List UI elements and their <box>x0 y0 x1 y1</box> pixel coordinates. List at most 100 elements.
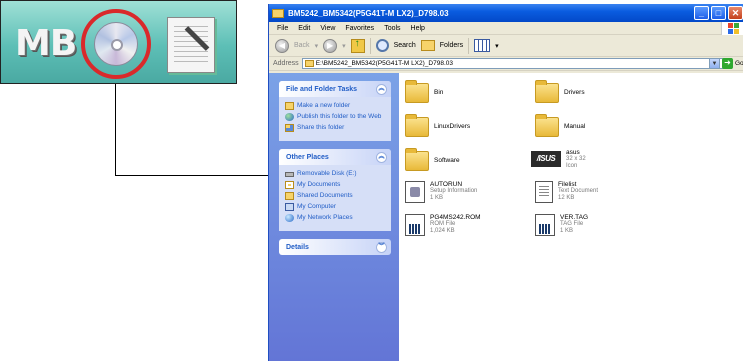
file-item-vertag[interactable]: VER.TAG TAG File 1 KB <box>535 214 588 236</box>
task-label: Share this folder <box>297 124 345 131</box>
document-edit-button[interactable] <box>167 17 215 73</box>
chevron-down-icon[interactable]: ▾ <box>315 42 319 50</box>
file-tasks-header[interactable]: File and Folder Tasks ︽ <box>279 81 391 97</box>
file-item-linuxdrivers[interactable]: LinuxDrivers <box>405 114 470 137</box>
menu-help[interactable]: Help <box>411 25 425 32</box>
collapse-icon[interactable]: ︽ <box>376 83 387 95</box>
file-meta: asus 32 x 32 Icon <box>566 149 586 170</box>
file-item-manual[interactable]: Manual <box>535 114 585 137</box>
mb-button[interactable]: MB <box>15 23 77 64</box>
title-bar[interactable]: BM5242_BM5342(P5G41T-M LX2)_D798.03 _ □ … <box>269 4 743 22</box>
file-tasks-list: Make a new folder Publish this folder to… <box>279 97 391 141</box>
task-share-folder[interactable]: Share this folder <box>285 124 387 132</box>
folder-icon <box>405 80 429 103</box>
go-arrow-icon: ➜ <box>722 58 733 69</box>
file-type: 32 x 32 <box>566 156 586 162</box>
file-item-bin[interactable]: Bin <box>405 80 444 103</box>
forward-arrow-icon[interactable]: ▶ <box>323 38 338 53</box>
file-name: Bin <box>434 89 444 96</box>
place-shared-documents[interactable]: Shared Documents <box>285 192 387 200</box>
file-list: Bin Drivers LinuxDrivers Manual Software <box>399 73 743 361</box>
window-controls: _ □ ✕ <box>694 6 743 20</box>
file-item-asus[interactable]: /ISUS asus 32 x 32 Icon <box>531 149 586 170</box>
search-button[interactable]: Search <box>394 42 416 49</box>
screenshot-root: MB BM5242_BM5342(P5G41T-M LX2)_D798.03 _… <box>0 0 743 361</box>
windows-logo-icon <box>721 22 743 35</box>
details-panel: Details ︾ <box>279 239 391 255</box>
place-my-computer[interactable]: My Computer <box>285 203 387 211</box>
folders-icon[interactable] <box>420 40 435 51</box>
go-button[interactable]: ➜ Go <box>722 58 743 69</box>
connector-line-horizontal <box>115 175 268 176</box>
address-label: Address <box>273 60 299 67</box>
close-button[interactable]: ✕ <box>728 6 743 20</box>
menu-file[interactable]: File <box>277 25 288 32</box>
share-folder-icon <box>285 124 294 132</box>
menu-edit[interactable]: Edit <box>298 25 310 32</box>
cd-button[interactable] <box>81 9 151 79</box>
place-removable-disk[interactable]: Removable Disk (E:) <box>285 170 387 178</box>
place-my-network[interactable]: My Network Places <box>285 214 387 222</box>
folder-icon <box>405 114 429 137</box>
maximize-button[interactable]: □ <box>711 6 726 20</box>
chevron-down-icon[interactable]: ▾ <box>342 42 346 50</box>
file-tasks-panel: File and Folder Tasks ︽ Make a new folde… <box>279 81 391 141</box>
file-meta: Filelist Text Document 12 KB <box>558 181 598 202</box>
task-make-folder[interactable]: Make a new folder <box>285 102 387 110</box>
toolbar: ◀ Back ▾ ▶ ▾ Search Folders ▾ <box>269 35 743 57</box>
details-header[interactable]: Details ︾ <box>279 239 391 255</box>
place-my-documents[interactable]: My Documents <box>285 181 387 189</box>
file-name: Software <box>434 157 460 164</box>
file-item-autorun[interactable]: AUTORUN Setup Information 1 KB <box>405 181 477 203</box>
file-item-software[interactable]: Software <box>405 148 460 171</box>
back-arrow-icon[interactable]: ◀ <box>275 38 289 53</box>
file-type: ROM File <box>430 221 456 227</box>
file-name: asus <box>566 149 580 156</box>
task-label: Make a new folder <box>297 102 351 109</box>
collapse-icon[interactable]: ︽ <box>376 151 387 163</box>
go-label: Go <box>735 60 743 67</box>
menu-view[interactable]: View <box>320 25 335 32</box>
expand-icon[interactable]: ︾ <box>376 241 387 253</box>
menu-tools[interactable]: Tools <box>384 25 400 32</box>
details-title: Details <box>286 243 309 251</box>
file-size: 1 KB <box>560 228 574 234</box>
asus-logo-icon: /ISUS <box>531 151 561 167</box>
file-type: Text Document <box>558 188 599 194</box>
menu-bar: File Edit View Favorites Tools Help <box>269 22 743 35</box>
my-documents-icon <box>285 181 294 189</box>
address-input[interactable]: E:\BM5242_BM5342(P5G41T-M LX2)_D798.03 <box>301 58 732 69</box>
file-size: 1,024 KB <box>430 228 455 234</box>
up-folder-icon[interactable] <box>350 38 365 53</box>
chevron-down-icon[interactable]: ▾ <box>495 42 499 50</box>
explorer-window: BM5242_BM5342(P5G41T-M LX2)_D798.03 _ □ … <box>268 4 743 361</box>
task-label: Publish this folder to the Web <box>297 113 382 120</box>
views-icon[interactable] <box>474 39 491 52</box>
folder-icon <box>405 148 429 171</box>
file-item-filelist[interactable]: Filelist Text Document 12 KB <box>535 181 598 203</box>
task-pane: File and Folder Tasks ︽ Make a new folde… <box>269 73 399 361</box>
other-places-header[interactable]: Other Places ︽ <box>279 149 391 165</box>
back-button[interactable]: Back <box>294 42 310 49</box>
place-label: Shared Documents <box>297 192 353 199</box>
file-meta: PG4MS242.ROM ROM File 1,024 KB <box>430 214 481 235</box>
task-publish-folder[interactable]: Publish this folder to the Web <box>285 113 387 121</box>
globe-icon <box>285 113 294 121</box>
file-size: 1 KB <box>430 195 444 201</box>
file-item-rom[interactable]: PG4MS242.ROM ROM File 1,024 KB <box>405 214 481 236</box>
minimize-button[interactable]: _ <box>694 6 709 20</box>
file-item-drivers[interactable]: Drivers <box>535 80 585 103</box>
folder-icon <box>272 8 284 18</box>
menu-favorites[interactable]: Favorites <box>345 25 374 32</box>
address-dropdown-button[interactable]: ▼ <box>709 58 720 69</box>
file-name: AUTORUN <box>430 181 463 188</box>
file-name: PG4MS242.ROM <box>430 214 481 221</box>
folder-icon <box>304 60 314 67</box>
place-label: My Documents <box>297 181 341 188</box>
shared-documents-icon <box>285 192 294 200</box>
folders-button[interactable]: Folders <box>440 42 463 49</box>
other-places-list: Removable Disk (E:) My Documents Shared … <box>279 165 391 231</box>
search-icon[interactable] <box>375 39 389 52</box>
connector-line-vertical <box>115 84 116 176</box>
address-bar: Address E:\BM5242_BM5342(P5G41T-M LX2)_D… <box>269 57 743 71</box>
